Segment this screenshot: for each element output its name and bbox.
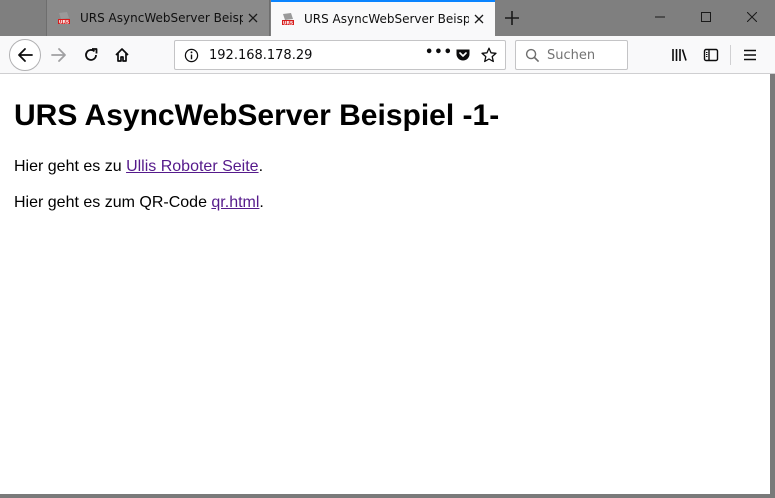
url-text[interactable]: 192.168.178.29	[209, 48, 312, 63]
sidebar-icon	[703, 48, 719, 62]
tab-strip: URS URS AsyncWebServer Beispiel URS URS …	[0, 0, 775, 36]
pocket-icon[interactable]	[455, 47, 471, 67]
qr-html-link[interactable]: qr.html	[211, 194, 259, 211]
reload-button[interactable]	[76, 40, 106, 70]
toolbar-separator	[730, 45, 731, 65]
tab-close-icon[interactable]	[243, 8, 263, 28]
maximize-button[interactable]	[683, 0, 729, 34]
minimize-button[interactable]	[637, 0, 683, 34]
sidebar-button[interactable]	[696, 40, 726, 70]
page-actions-icon[interactable]: •••	[425, 45, 453, 60]
arrow-left-icon	[18, 48, 33, 62]
arrow-right-icon	[51, 48, 66, 62]
home-button[interactable]	[107, 40, 137, 70]
close-icon	[747, 12, 757, 22]
paragraph-punctuation: .	[259, 194, 264, 211]
tab-title: URS AsyncWebServer Beispiel	[80, 11, 243, 25]
library-button[interactable]	[664, 40, 694, 70]
tab-close-icon[interactable]	[469, 9, 489, 29]
maximize-icon	[701, 12, 711, 22]
forward-button[interactable]	[44, 40, 74, 70]
navigation-toolbar: 192.168.178.29 ••• Suchen	[0, 36, 775, 74]
minimize-icon	[655, 16, 665, 18]
search-placeholder: Suchen	[547, 48, 596, 63]
back-button[interactable]	[9, 39, 41, 71]
reload-icon	[85, 48, 98, 61]
robot-page-link[interactable]: Ullis Roboter Seite	[126, 158, 259, 175]
tab-title: URS AsyncWebServer Beispiel	[304, 12, 469, 26]
paragraph-text: Hier geht es zum QR-Code	[14, 194, 212, 211]
page-content: URS AsyncWebServer Beispiel -1- Hier geh…	[0, 74, 770, 494]
urs-favicon-icon: URS	[56, 10, 72, 26]
hamburger-menu-icon	[744, 49, 756, 61]
window-border-right	[770, 74, 775, 494]
page-heading: URS AsyncWebServer Beispiel -1-	[14, 99, 500, 132]
search-input[interactable]: Suchen	[515, 40, 628, 70]
bookmark-star-icon[interactable]	[481, 47, 497, 67]
window-border-bottom	[0, 494, 775, 498]
tab-active[interactable]: URS URS AsyncWebServer Beispiel	[271, 0, 495, 36]
svg-text:URS: URS	[283, 20, 293, 26]
svg-text:URS: URS	[59, 19, 69, 25]
urs-favicon-icon: URS	[280, 11, 296, 27]
paragraph-text: Hier geht es zu	[14, 158, 127, 175]
tab-inactive[interactable]: URS URS AsyncWebServer Beispiel	[46, 0, 270, 36]
home-icon	[115, 48, 129, 62]
browser-window: URS URS AsyncWebServer Beispiel URS URS …	[0, 0, 775, 498]
url-bar[interactable]: 192.168.178.29 •••	[174, 40, 506, 70]
library-icon	[671, 49, 687, 61]
new-tab-button[interactable]	[500, 6, 524, 30]
plus-icon	[505, 11, 519, 25]
info-icon[interactable]	[184, 48, 199, 67]
qr-code-paragraph: Hier geht es zum QR-Code qr.html.	[14, 194, 756, 212]
menu-button[interactable]	[735, 40, 765, 70]
close-window-button[interactable]	[729, 0, 775, 34]
search-icon	[525, 48, 540, 67]
robot-page-paragraph: Hier geht es zu Ullis Roboter Seite.	[14, 158, 756, 176]
paragraph-punctuation: .	[258, 158, 264, 175]
